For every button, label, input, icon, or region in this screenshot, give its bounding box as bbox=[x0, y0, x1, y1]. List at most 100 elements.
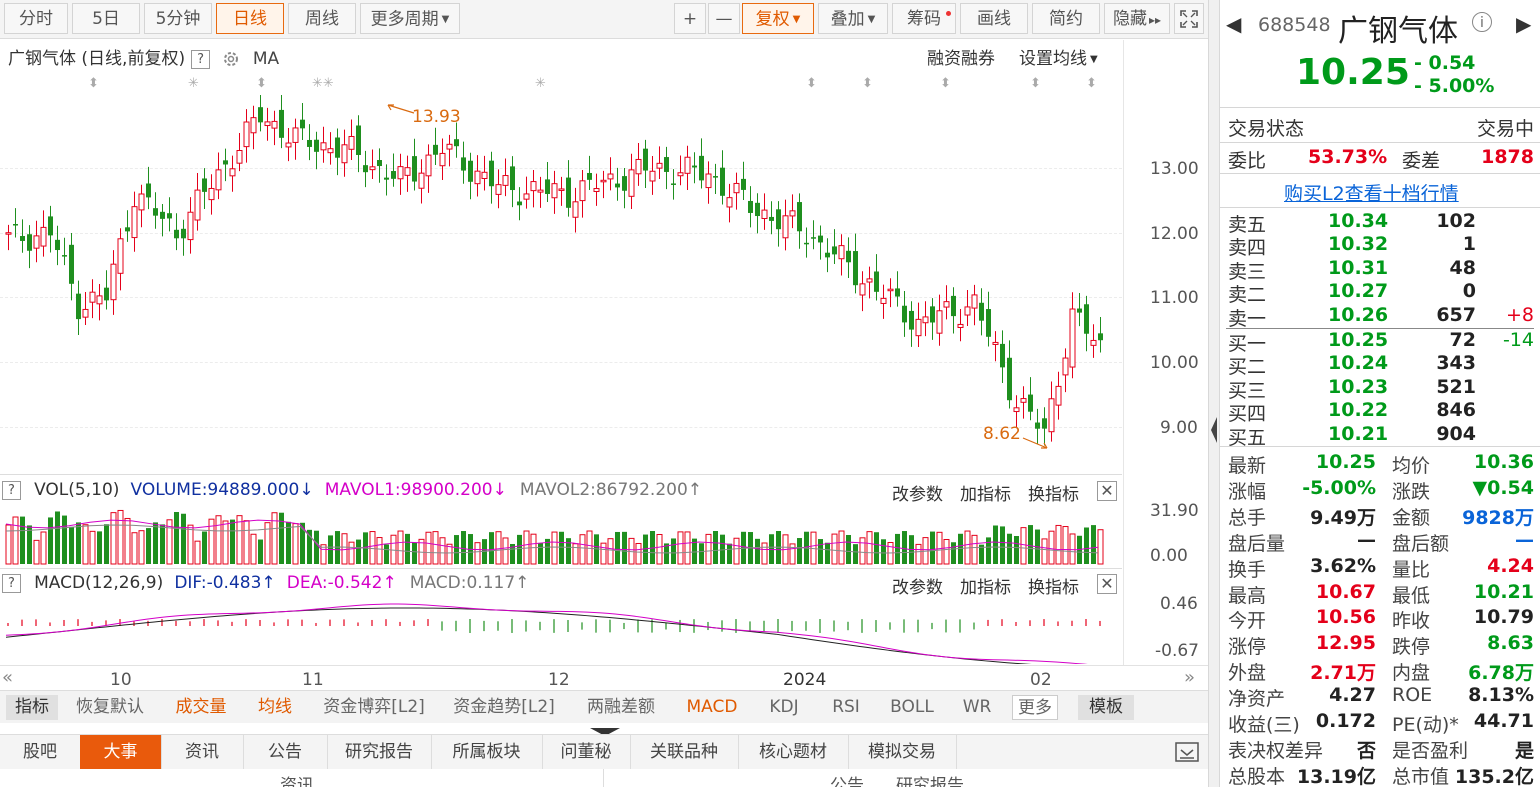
event-marker-icon[interactable]: ⬍ bbox=[806, 76, 817, 91]
volume-bar bbox=[202, 531, 207, 564]
candle-up bbox=[187, 211, 194, 241]
ask-row[interactable]: 卖三 10.31 48 bbox=[1228, 257, 1534, 283]
event-marker-icon[interactable]: ⬍ bbox=[88, 76, 99, 91]
stat-label: 是否盈利 bbox=[1392, 739, 1469, 762]
candle-up bbox=[439, 152, 446, 167]
bid-row[interactable]: 买四 10.22 846 bbox=[1228, 399, 1534, 425]
event-marker-icon[interactable]: ⬍ bbox=[862, 76, 873, 91]
simple-mode-button[interactable]: 简约 bbox=[1032, 3, 1100, 34]
panel-splitter[interactable] bbox=[1208, 0, 1220, 787]
macd-switch-indicator-button[interactable]: 换指标 bbox=[1028, 573, 1079, 598]
indicator-ma[interactable]: 均线 bbox=[250, 695, 300, 720]
volume-chart[interactable] bbox=[0, 506, 1122, 566]
scroll-right-icon[interactable]: » bbox=[1184, 667, 1195, 688]
zoom-in-button[interactable]: + bbox=[674, 3, 706, 34]
buy-l2-link[interactable]: 购买L2查看十档行情 bbox=[1284, 179, 1459, 206]
event-marker-icon[interactable]: ✳ bbox=[188, 76, 199, 91]
event-marker-icon[interactable]: ⬍ bbox=[940, 76, 951, 91]
indicator-volume[interactable]: 成交量 bbox=[168, 695, 234, 720]
bid-row[interactable]: 买一 10.25 72 -14 bbox=[1228, 329, 1534, 355]
set-ma-dropdown[interactable]: 设置均线 ▼ bbox=[1019, 44, 1098, 69]
event-marker-icon[interactable]: ✳ bbox=[535, 76, 546, 91]
indicator-boll[interactable]: BOLL bbox=[884, 695, 940, 720]
tab-sectors[interactable]: 所属板块 bbox=[431, 735, 543, 769]
stat-row: 今开 10.56 昨收 10.79 bbox=[1228, 606, 1534, 632]
more-periods-dropdown[interactable]: 更多周期 ▼ bbox=[360, 3, 460, 34]
tab-guba[interactable]: 股吧 bbox=[0, 735, 81, 769]
tab-news[interactable]: 资讯 bbox=[161, 735, 244, 769]
gear-icon[interactable] bbox=[221, 49, 241, 69]
event-marker-icon[interactable]: ✳✳ bbox=[312, 76, 334, 91]
prev-stock-icon[interactable]: ◀ bbox=[1226, 12, 1241, 36]
indicator-rsi[interactable]: RSI bbox=[824, 695, 868, 720]
event-marker-icon[interactable]: ⬍ bbox=[256, 76, 267, 91]
ask-row[interactable]: 卖二 10.27 0 bbox=[1228, 280, 1534, 306]
volume-bar bbox=[559, 531, 564, 564]
fullscreen-button[interactable] bbox=[1174, 3, 1204, 34]
indicator-fund-trend[interactable]: 资金趋势[L2] bbox=[450, 695, 558, 720]
fuquan-dropdown[interactable]: 复权 ▼ bbox=[742, 3, 814, 34]
candle-up bbox=[502, 175, 509, 186]
macd-add-indicator-button[interactable]: 加指标 bbox=[960, 573, 1011, 598]
collapse-handle[interactable] bbox=[588, 722, 622, 736]
macd-edit-params-button[interactable]: 改参数 bbox=[892, 573, 943, 598]
bid-row[interactable]: 买二 10.24 343 bbox=[1228, 352, 1534, 378]
candle-down bbox=[258, 107, 263, 123]
ask-row[interactable]: 卖四 10.32 1 bbox=[1228, 233, 1534, 259]
ask-row[interactable]: 卖五 10.34 102 bbox=[1228, 210, 1534, 236]
vol-add-indicator-button[interactable]: 加指标 bbox=[960, 480, 1011, 505]
restore-default-button[interactable]: 恢复默认 bbox=[70, 695, 150, 720]
close-icon[interactable]: ✕ bbox=[1097, 481, 1117, 501]
indicator-macd[interactable]: MACD bbox=[682, 695, 742, 720]
vol-edit-params-button[interactable]: 改参数 bbox=[892, 480, 943, 505]
volume-bar bbox=[89, 530, 96, 565]
volume-bar bbox=[489, 532, 494, 564]
overlay-dropdown[interactable]: 叠加 ▼ bbox=[818, 3, 888, 34]
tab-sim-trading[interactable]: 模拟交易 bbox=[848, 735, 957, 769]
download-icon bbox=[1175, 742, 1199, 762]
vol-switch-indicator-button[interactable]: 换指标 bbox=[1028, 480, 1079, 505]
indicator-fund-game[interactable]: 资金博弈[L2] bbox=[320, 695, 428, 720]
indicator-margin-diff[interactable]: 两融差额 bbox=[580, 695, 662, 720]
stat-value: 8.63 bbox=[1487, 632, 1534, 655]
tab-events[interactable]: 大事 bbox=[80, 735, 162, 769]
tab-5min[interactable]: 5分钟 bbox=[144, 3, 212, 34]
close-icon[interactable]: ✕ bbox=[1097, 574, 1117, 594]
candle-down bbox=[27, 234, 32, 251]
indicator-menu-button[interactable]: 指标 bbox=[6, 695, 58, 720]
more-indicators-button[interactable]: 更多 bbox=[1012, 695, 1058, 720]
zoom-out-button[interactable]: — bbox=[708, 3, 740, 34]
ask-row[interactable]: 卖一 10.26 657 +8 bbox=[1228, 304, 1534, 330]
download-icon[interactable] bbox=[1174, 740, 1200, 764]
tab-ask-secretary[interactable]: 问董秘 bbox=[542, 735, 631, 769]
ma-indicator-label[interactable]: MA bbox=[253, 49, 279, 69]
tab-fenshi[interactable]: 分时 bbox=[4, 3, 68, 34]
bid-row[interactable]: 买五 10.21 904 bbox=[1228, 423, 1534, 449]
help-icon[interactable]: ? bbox=[2, 574, 21, 593]
next-stock-icon[interactable]: ▶ bbox=[1516, 12, 1531, 36]
bid-row[interactable]: 买三 10.23 521 bbox=[1228, 376, 1534, 402]
tab-5day[interactable]: 5日 bbox=[72, 3, 140, 34]
help-icon[interactable]: ? bbox=[191, 49, 211, 69]
hide-button[interactable]: 隐藏 ▸▸ bbox=[1104, 3, 1170, 34]
tab-core-themes[interactable]: 核心题材 bbox=[738, 735, 849, 769]
tab-announcements[interactable]: 公告 bbox=[243, 735, 328, 769]
event-marker-icon[interactable]: ⬍ bbox=[1030, 76, 1041, 91]
tab-weekly[interactable]: 周线 bbox=[288, 3, 356, 34]
indicator-kdj[interactable]: KDJ bbox=[762, 695, 806, 720]
info-icon[interactable]: i bbox=[1472, 12, 1492, 32]
candlestick-chart[interactable] bbox=[0, 95, 1122, 465]
template-button[interactable]: 模板 bbox=[1078, 695, 1134, 720]
help-icon[interactable]: ? bbox=[2, 481, 21, 500]
margin-trading-button[interactable]: 融资融券 bbox=[927, 44, 995, 69]
event-marker-icon[interactable]: ⬍ bbox=[1086, 76, 1097, 91]
chips-button[interactable]: 筹码 bbox=[892, 3, 956, 34]
indicator-wr[interactable]: WR bbox=[956, 695, 998, 720]
draw-line-button[interactable]: 画线 bbox=[960, 3, 1028, 34]
tab-related[interactable]: 关联品种 bbox=[630, 735, 739, 769]
tab-daily[interactable]: 日线 bbox=[216, 3, 284, 34]
tab-research[interactable]: 研究报告 bbox=[327, 735, 432, 769]
weibi-value: 53.73% bbox=[1308, 146, 1388, 168]
scroll-left-icon[interactable]: « bbox=[2, 667, 13, 688]
macd-chart[interactable] bbox=[0, 596, 1122, 664]
